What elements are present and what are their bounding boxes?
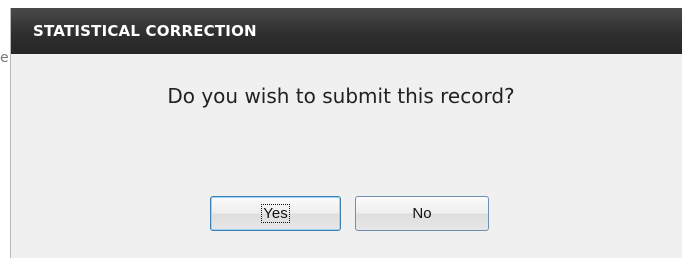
dialog-message: Do you wish to submit this record?: [167, 84, 515, 108]
yes-button-label: Yes: [261, 204, 290, 223]
page: e STATISTICAL CORRECTION Do you wish to …: [0, 0, 682, 258]
dialog-title: STATISTICAL CORRECTION: [33, 22, 257, 40]
yes-button[interactable]: Yes: [210, 196, 341, 231]
dialog-titlebar: STATISTICAL CORRECTION: [11, 8, 682, 54]
confirmation-dialog: STATISTICAL CORRECTION: [10, 8, 682, 258]
no-button[interactable]: No: [355, 196, 489, 231]
background-text-fragment: e: [0, 50, 9, 66]
